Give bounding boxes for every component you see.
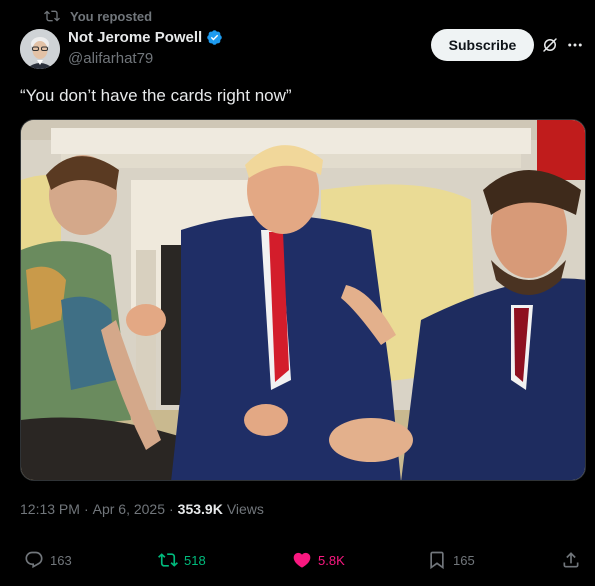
retweet-button[interactable]: 518 — [158, 545, 206, 575]
author-name[interactable]: Not Jerome Powell — [68, 29, 202, 46]
meta-separator: · — [83, 501, 89, 517]
retweet-count: 518 — [184, 552, 206, 568]
repost-indicator[interactable]: You reposted — [44, 8, 152, 24]
tweet-date[interactable]: Apr 6, 2025 — [93, 501, 165, 517]
like-button[interactable]: 5.8K — [292, 545, 345, 575]
meta-separator: · — [169, 501, 174, 517]
views-label: Views — [226, 501, 264, 517]
subscribe-button[interactable]: Subscribe — [431, 29, 534, 61]
action-bar: 163 518 5.8K 165 — [0, 545, 595, 575]
tweet-photo[interactable] — [20, 119, 586, 481]
tweet-text: “You don’t have the cards right now” — [20, 86, 292, 105]
share-button[interactable] — [561, 545, 581, 575]
bookmark-icon — [430, 551, 444, 570]
reply-count: 163 — [50, 552, 72, 568]
bookmark-button[interactable]: 165 — [427, 545, 475, 575]
reply-button[interactable]: 163 — [24, 545, 72, 575]
bookmark-count: 165 — [453, 552, 475, 568]
tweet-meta: 12:13 PM · Apr 6, 2025 · 353.9K Views — [20, 501, 264, 517]
tweet-time[interactable]: 12:13 PM — [20, 501, 80, 517]
more-icon[interactable] — [566, 36, 584, 54]
like-count: 5.8K — [318, 552, 345, 568]
author-handle[interactable]: @alifarhat79 — [68, 50, 153, 67]
heart-icon — [293, 552, 311, 568]
avatar[interactable] — [20, 29, 60, 69]
reply-icon — [25, 551, 43, 569]
views-count: 353.9K — [177, 501, 223, 517]
retweet-icon — [158, 553, 178, 567]
repost-icon — [44, 10, 60, 22]
repost-label: You reposted — [70, 8, 153, 24]
share-icon — [563, 552, 579, 568]
author-name-row[interactable]: Not Jerome Powell — [68, 29, 223, 46]
grok-icon[interactable] — [541, 36, 559, 54]
verified-badge-icon — [207, 30, 222, 45]
